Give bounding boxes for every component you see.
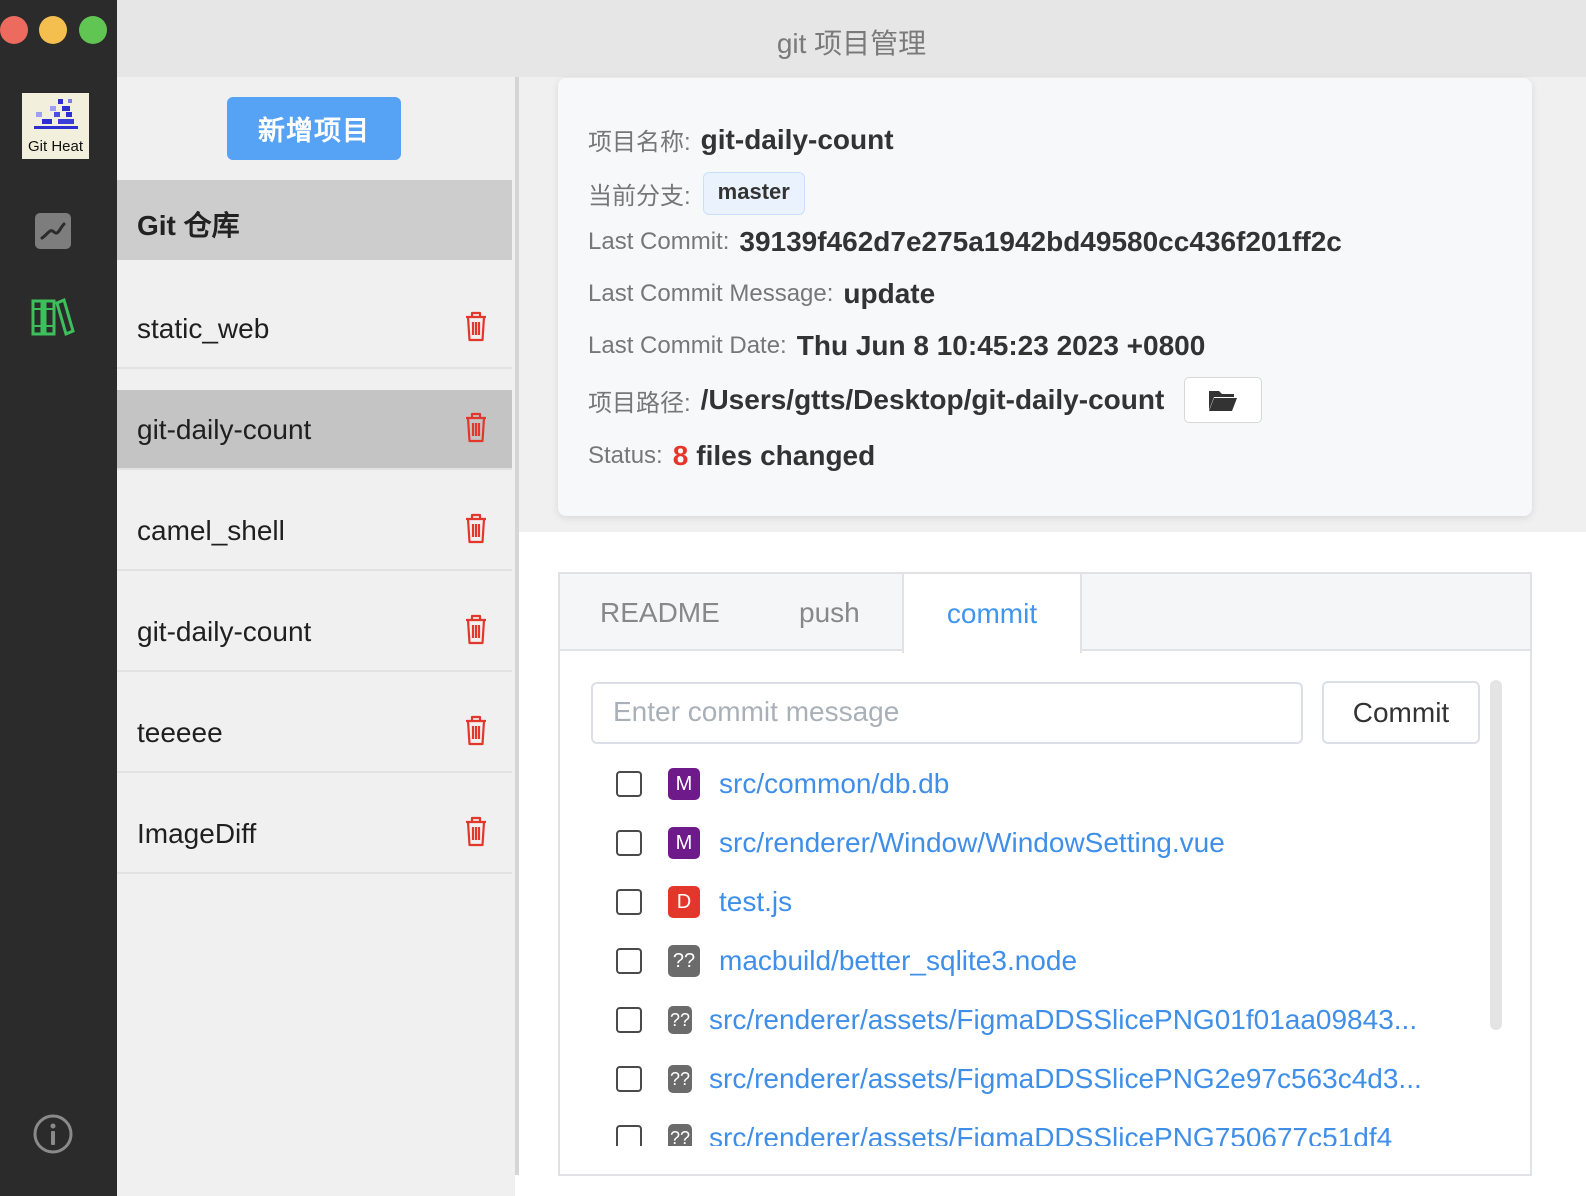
project-name-label: 项目名称: <box>588 129 691 156</box>
file-select-checkbox[interactable] <box>616 1125 642 1146</box>
tab-bar: README push commit <box>560 574 1530 653</box>
folder-open-icon <box>1209 391 1238 411</box>
project-item[interactable]: ImageDiff <box>117 794 512 874</box>
last-commit-message-value: update <box>843 278 936 309</box>
git-heat-logo[interactable]: Git Heat <box>22 93 89 159</box>
last-commit-date-value: Thu Jun 8 10:45:23 2023 +0800 <box>796 330 1206 361</box>
project-name: camel_shell <box>137 515 285 546</box>
last-commit-label: Last Commit: <box>588 228 730 255</box>
project-item-selected[interactable]: git-daily-count <box>117 390 512 470</box>
tab-commit[interactable]: commit <box>902 574 1082 653</box>
changed-file-item: ?? macbuild/better_sqlite3.node <box>616 941 1077 981</box>
changed-files-count: 8 <box>672 440 689 471</box>
open-folder-button[interactable] <box>1184 377 1263 423</box>
changed-file-item: ?? src/renderer/assets/FigmaDDSSlicePNG7… <box>616 1118 1392 1146</box>
file-select-checkbox[interactable] <box>616 771 642 797</box>
file-select-checkbox[interactable] <box>616 1007 642 1033</box>
last-commit-message-label: Last Commit Message: <box>588 280 834 307</box>
project-name-row: 项目名称: git-daily-count <box>588 122 894 157</box>
file-path-link[interactable]: src/renderer/assets/FigmaDDSSlicePNG01f0… <box>709 1004 1417 1036</box>
file-select-checkbox[interactable] <box>616 889 642 915</box>
project-path-row: 项目路径: /Users/gtts/Desktop/git-daily-coun… <box>588 377 1263 423</box>
delete-project-icon[interactable] <box>463 309 489 343</box>
tab-push[interactable]: push <box>799 574 860 651</box>
file-select-checkbox[interactable] <box>616 830 642 856</box>
branch-row: 当前分支: master <box>588 172 805 215</box>
project-name: git-daily-count <box>137 414 312 445</box>
changed-file-item: M src/renderer/Window/WindowSetting.vue <box>616 823 1225 863</box>
changed-file-item: ?? src/renderer/assets/FigmaDDSSlicePNG2… <box>616 1059 1422 1099</box>
changed-files-text: files changed <box>696 440 876 471</box>
commit-button[interactable]: Commit <box>1322 681 1480 744</box>
project-list-panel: 新增项目 Git 仓库 static_web git-daily-count c… <box>117 77 515 1196</box>
file-path-link[interactable]: macbuild/better_sqlite3.node <box>719 945 1077 977</box>
project-path-value: /Users/gtts/Desktop/git-daily-count <box>700 384 1165 415</box>
repository-list-title: Git 仓库 <box>137 210 240 241</box>
file-path-link[interactable]: src/renderer/assets/FigmaDDSSlicePNG2e97… <box>709 1063 1422 1095</box>
file-path-link[interactable]: src/renderer/assets/FigmaDDSSlicePNG7506… <box>709 1122 1392 1146</box>
books-icon <box>31 297 75 337</box>
file-status-badge: M <box>668 768 700 800</box>
project-name: static_web <box>137 313 270 344</box>
file-select-checkbox[interactable] <box>616 1066 642 1092</box>
project-name: ImageDiff <box>137 818 257 849</box>
repositories-nav-button[interactable] <box>31 295 75 339</box>
file-select-checkbox[interactable] <box>616 948 642 974</box>
file-status-badge: ?? <box>668 1124 692 1146</box>
file-status-badge: ?? <box>668 1065 692 1093</box>
delete-project-icon[interactable] <box>463 511 489 545</box>
window-title: git 项目管理 <box>776 28 927 59</box>
file-path-link[interactable]: src/renderer/Window/WindowSetting.vue <box>719 827 1225 859</box>
info-icon <box>33 1114 73 1154</box>
status-label: Status: <box>588 442 663 469</box>
file-path-link[interactable]: src/common/db.db <box>719 768 949 800</box>
git-actions-tabs: README push commit Commit M src/common/d… <box>558 572 1532 1176</box>
file-status-badge: ?? <box>668 945 700 977</box>
file-status-badge: D <box>668 886 700 918</box>
commit-message-input[interactable] <box>591 682 1303 744</box>
project-item[interactable]: teeeee <box>117 693 512 773</box>
file-list-scrollbar[interactable] <box>1490 680 1502 1030</box>
changed-files-list: M src/common/db.db M src/renderer/Window… <box>560 754 1490 1146</box>
project-item[interactable]: camel_shell <box>117 491 512 571</box>
project-name: teeeee <box>137 717 223 748</box>
delete-project-icon[interactable] <box>463 713 489 747</box>
project-name: git-daily-count <box>137 616 312 647</box>
last-commit-date-row: Last Commit Date: Thu Jun 8 10:45:23 202… <box>588 330 1205 362</box>
last-commit-row: Last Commit: 39139f462d7e275a1942bd49580… <box>588 226 1342 258</box>
branch-label: 当前分支: <box>588 183 691 210</box>
file-status-badge: M <box>668 827 700 859</box>
file-path-link[interactable]: test.js <box>719 886 792 918</box>
last-commit-hash: 39139f462d7e275a1942bd49580cc436f201ff2c <box>739 226 1342 257</box>
logo-label: Git Heat <box>27 138 84 155</box>
add-project-button[interactable]: 新增项目 <box>227 97 401 160</box>
title-bar: git 项目管理 <box>117 0 1586 77</box>
file-status-badge: ?? <box>668 1006 692 1034</box>
repository-list-header: Git 仓库 <box>117 180 512 260</box>
delete-project-icon[interactable] <box>463 814 489 848</box>
chart-icon <box>35 213 71 249</box>
branch-tag: master <box>702 172 805 215</box>
icon-rail: Git Heat <box>0 0 117 1196</box>
delete-project-icon[interactable] <box>463 612 489 646</box>
zoom-window-button[interactable] <box>79 16 107 44</box>
close-window-button[interactable] <box>0 16 28 44</box>
project-detail-card: 项目名称: git-daily-count 当前分支: master Last … <box>558 78 1532 516</box>
about-button[interactable] <box>31 1112 75 1156</box>
chart-nav-button[interactable] <box>31 209 75 253</box>
project-item[interactable]: git-daily-count <box>117 592 512 672</box>
status-row: Status: 8 files changed <box>588 440 875 472</box>
heatmap-logo-icon <box>34 99 78 129</box>
project-path-label: 项目路径: <box>588 389 691 417</box>
changed-file-item: ?? src/renderer/assets/FigmaDDSSlicePNG0… <box>616 1000 1417 1040</box>
changed-file-item: M src/common/db.db <box>616 764 949 804</box>
delete-project-icon[interactable] <box>463 410 489 444</box>
last-commit-message-row: Last Commit Message: update <box>588 278 935 310</box>
project-item[interactable]: static_web <box>117 289 512 369</box>
project-name-value: git-daily-count <box>700 123 894 155</box>
changed-file-item: D test.js <box>616 882 792 922</box>
last-commit-date-label: Last Commit Date: <box>588 332 787 359</box>
minimize-window-button[interactable] <box>39 16 67 44</box>
tab-readme[interactable]: README <box>600 574 720 651</box>
